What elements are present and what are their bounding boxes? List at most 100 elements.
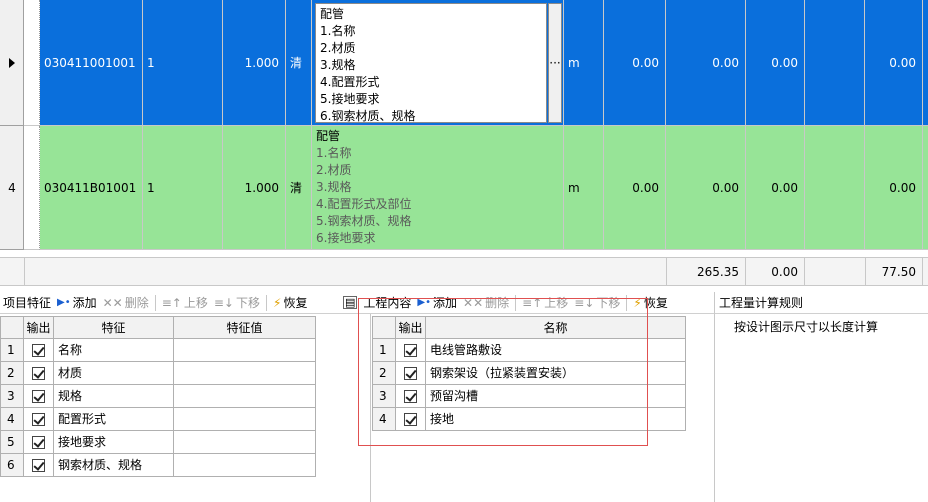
output-checkbox[interactable] — [24, 385, 54, 408]
desc-item: 1.名称 — [316, 146, 352, 160]
feature-value[interactable] — [174, 339, 316, 362]
item-value-3[interactable]: 0.00 — [746, 0, 805, 126]
item-blank[interactable] — [805, 0, 865, 126]
item-blank[interactable] — [805, 126, 865, 250]
checkbox-checked-icon[interactable] — [32, 367, 45, 380]
features-down-button[interactable]: ≡↓ 下移 — [214, 294, 260, 311]
work-add-button[interactable]: ▶• 添加 — [417, 294, 457, 311]
item-value-1[interactable]: 0.00 — [604, 0, 666, 126]
add-icon: ▶• — [57, 297, 71, 308]
delete-label: 删除 — [485, 296, 510, 310]
work-up-button[interactable]: ≡↑ 上移 — [522, 294, 568, 311]
output-checkbox[interactable] — [24, 362, 54, 385]
feature-value[interactable] — [174, 431, 316, 454]
item-code[interactable]: 030411001001 — [40, 0, 143, 126]
move-down-icon: ≡↓ — [574, 295, 595, 310]
checkbox-checked-icon[interactable] — [404, 367, 417, 380]
output-checkbox[interactable] — [24, 454, 54, 477]
features-title: 项目特征 — [3, 296, 52, 310]
work-toolbar: ▤ 工程内容 ▶• 添加 ✕✕ 删除 ≡↑ 上移 ≡↓ 下移 ⚡ 恢复 — [340, 292, 714, 314]
item-amount[interactable]: 1.000 — [223, 0, 286, 126]
down-label: 下移 — [235, 296, 260, 310]
feature-name[interactable]: 钢索材质、规格 — [54, 454, 174, 477]
output-checkbox[interactable] — [24, 339, 54, 362]
feature-name[interactable]: 规格 — [54, 385, 174, 408]
rule-title: 工程量计算规则 — [719, 296, 804, 310]
checkbox-checked-icon[interactable] — [32, 390, 45, 403]
output-checkbox[interactable] — [24, 408, 54, 431]
description-editor[interactable]: 配管 1.名称 2.材质 3.规格 4.配置形式 5.接地要求 6.钢索材质、规… — [315, 3, 547, 123]
tree-indent — [24, 126, 40, 250]
item-unit[interactable]: m — [564, 126, 604, 250]
checkbox-checked-icon[interactable] — [32, 344, 45, 357]
feature-value[interactable] — [174, 362, 316, 385]
item-unit[interactable]: m — [564, 0, 604, 126]
item-qty[interactable]: 1 — [143, 0, 223, 126]
work-down-button[interactable]: ≡↓ 下移 — [574, 294, 620, 311]
item-description-cell[interactable]: 配管 1.名称 2.材质 3.规格 4.配置形式 5.接地要求 6.钢索材质、规… — [312, 0, 564, 126]
item-code[interactable]: 030411B01001 — [40, 126, 143, 250]
item-amount[interactable]: 1.000 — [223, 126, 286, 250]
row-number: 6 — [0, 454, 24, 477]
item-value-4[interactable]: 0.00 — [865, 126, 923, 250]
corner-cell — [0, 316, 24, 339]
item-value-2[interactable]: 0.00 — [666, 0, 746, 126]
item-qty[interactable]: 1 — [143, 126, 223, 250]
item-value-1[interactable]: 0.00 — [604, 126, 666, 250]
features-add-button[interactable]: ▶• 添加 — [57, 294, 97, 311]
grid-spacer — [0, 250, 928, 258]
item-edge — [923, 0, 928, 126]
header-output: 输出 — [396, 316, 426, 339]
header-value: 特征值 — [174, 316, 316, 339]
checkbox-checked-icon[interactable] — [32, 436, 45, 449]
output-checkbox[interactable] — [24, 431, 54, 454]
checkbox-checked-icon[interactable] — [404, 413, 417, 426]
features-delete-button[interactable]: ✕✕ 删除 — [103, 294, 149, 311]
total-2: 0.00 — [746, 258, 805, 286]
output-checkbox[interactable] — [396, 385, 426, 408]
feature-name[interactable]: 配置形式 — [54, 408, 174, 431]
item-value-4[interactable]: 0.00 — [865, 0, 923, 126]
up-label: 上移 — [544, 296, 569, 310]
header-feature: 特征 — [54, 316, 174, 339]
checkbox-checked-icon[interactable] — [404, 344, 417, 357]
work-delete-button[interactable]: ✕✕ 删除 — [463, 294, 509, 311]
desc-title: 配管 — [320, 7, 345, 21]
feature-value[interactable] — [174, 454, 316, 477]
features-restore-button[interactable]: ⚡ 恢复 — [273, 294, 307, 311]
feature-value[interactable] — [174, 385, 316, 408]
feature-name[interactable]: 材质 — [54, 362, 174, 385]
totals-row: 265.35 0.00 77.50 — [0, 258, 928, 286]
output-checkbox[interactable] — [396, 339, 426, 362]
rule-text: 按设计图示尺寸以长度计算 — [734, 320, 879, 334]
total-1: 265.35 — [666, 258, 746, 286]
feature-value[interactable] — [174, 408, 316, 431]
checkbox-checked-icon[interactable] — [32, 459, 45, 472]
ellipsis-button[interactable]: ··· — [548, 3, 562, 123]
feature-name[interactable]: 接地要求 — [54, 431, 174, 454]
work-restore-button[interactable]: ⚡ 恢复 — [633, 294, 667, 311]
desc-item: 1.名称 — [320, 24, 356, 38]
feature-name[interactable]: 名称 — [54, 339, 174, 362]
add-label: 添加 — [433, 296, 458, 310]
checkbox-checked-icon[interactable] — [404, 390, 417, 403]
item-type[interactable]: 清 — [286, 126, 312, 250]
item-type[interactable]: 清 — [286, 0, 312, 126]
delete-icon: ✕✕ — [463, 295, 484, 310]
total-3: 77.50 — [865, 258, 923, 286]
item-value-3[interactable]: 0.00 — [746, 126, 805, 250]
panel-divider — [370, 314, 371, 502]
work-name[interactable]: 电线管路敷设 — [426, 339, 686, 362]
item-value-2[interactable]: 0.00 — [666, 126, 746, 250]
rule-toolbar: 工程量计算规则 — [714, 292, 928, 314]
output-checkbox[interactable] — [396, 408, 426, 431]
checkbox-checked-icon[interactable] — [32, 413, 45, 426]
work-name[interactable]: 钢索架设（拉紧装置安装） — [426, 362, 686, 385]
work-name[interactable]: 预留沟槽 — [426, 385, 686, 408]
work-name[interactable]: 接地 — [426, 408, 686, 431]
features-up-button[interactable]: ≡↑ 上移 — [162, 294, 208, 311]
header-output: 输出 — [24, 316, 54, 339]
desc-title: 配管 — [316, 129, 341, 143]
item-description[interactable]: 配管 1.名称 2.材质 3.规格 4.配置形式及部位 5.钢索材质、规格 6.… — [312, 126, 564, 250]
output-checkbox[interactable] — [396, 362, 426, 385]
